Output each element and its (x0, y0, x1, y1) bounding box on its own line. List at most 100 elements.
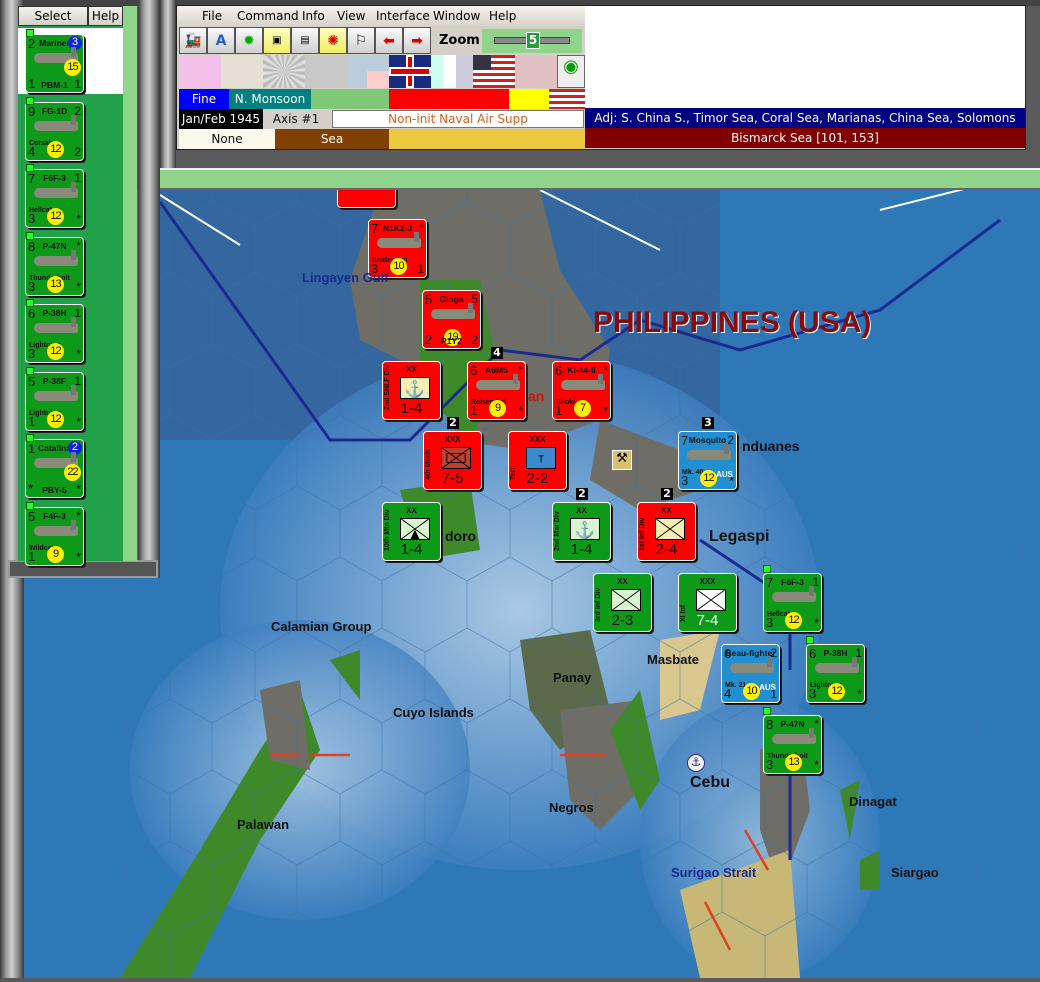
panel-air-unit[interactable]: 1 Catalina 2 * 22 PBY-5 * (25, 439, 84, 498)
terrain-none: None (179, 129, 275, 149)
combat-factors: 1-4 (570, 541, 593, 558)
air-icon[interactable]: A (207, 27, 235, 54)
zoom-label: Zoom (439, 33, 480, 48)
flag-france[interactable] (431, 55, 473, 88)
map-label-legaspi: Legaspi (709, 528, 770, 545)
land-unit-counter[interactable]: XX 2-4 1st Inf Div (637, 502, 696, 561)
unit-size: XXX (529, 435, 546, 444)
flag-japan[interactable] (263, 55, 305, 88)
weather-icon[interactable]: ✺ (319, 27, 347, 54)
map-label-negros: Negros (549, 800, 594, 815)
stack-count-badge: 2 (447, 417, 459, 429)
unit-designation: 2nd Mar Div (554, 511, 561, 551)
panel-air-unit[interactable]: 5 P-38F 1 Lightning 1 12 * (25, 371, 84, 431)
flag-germany[interactable] (179, 55, 221, 88)
panel-scrollbar[interactable] (123, 6, 137, 561)
air-unit-counter[interactable]: 5 Ginga 5 2 19 P1Y2 2 (422, 290, 481, 349)
menu-info[interactable]: Info (302, 9, 325, 23)
air-unit-counter[interactable]: 6 P-38H 1 Lightning 3 12 * (806, 644, 865, 703)
land-unit-counter[interactable]: XXX 7-5 4th Mech (423, 431, 482, 490)
unit-designation: XI Inf (680, 604, 687, 622)
zoom-slider[interactable]: 5 (482, 29, 582, 53)
air-unit-counter[interactable]: 7 Mosquito 2 Mk. 40 AUS 3 12 * (678, 431, 737, 490)
flag-china[interactable] (347, 55, 389, 88)
flag-blank[interactable] (305, 55, 347, 88)
terr-symbol-icon: T (526, 447, 556, 469)
menu-bar: File Command Info View Interface Window … (177, 6, 585, 26)
aircraft-icon (34, 519, 78, 536)
land-unit-counter[interactable]: XXX 7-4 XI Inf (678, 573, 737, 632)
range-circle: 9 (47, 545, 64, 563)
flag-ussr[interactable] (515, 55, 557, 88)
air-unit-counter[interactable]: 6 Beau-fighter 2 Mk. 21 AUS 4 10 1 (721, 644, 780, 703)
panel-air-unit[interactable]: 7 F6F-3 1 Hellcat 3 12 * (25, 169, 84, 228)
range-circle: 12 (47, 208, 64, 225)
menu-file[interactable]: File (202, 9, 222, 23)
combat-factors: 2-2 (526, 470, 549, 487)
unit-size: XX (406, 365, 417, 374)
unit-designation: Terr (510, 466, 517, 480)
range-circle: 10 (390, 258, 407, 275)
radar-button-icon[interactable]: ◉ (557, 55, 585, 88)
control-panel-window: File Command Info View Interface Window … (176, 5, 1026, 150)
panel-air-unit[interactable]: 9 FG-1D 2 Corsair 4 12 2 (25, 101, 84, 161)
land-unit-counter[interactable]: XX 2-3 3rd Inf Div (593, 573, 652, 632)
tactical-factor: 3 (766, 615, 774, 630)
flag-italy[interactable] (221, 55, 263, 88)
select-button[interactable]: Select (18, 6, 88, 26)
land-unit-counter[interactable]: XX ⚓ 1-4 2nd SNLF Div (382, 361, 441, 420)
next-arrow-icon[interactable]: ➡ (403, 27, 431, 54)
zoom-value[interactable]: 5 (526, 32, 540, 49)
land-unit-counter[interactable]: XX 1-4 10th Mtn Div (382, 502, 441, 561)
panel-air-unit[interactable]: 8P-47N*Thunderbolt313* (25, 236, 84, 296)
impulse-display: Axis #1 (263, 109, 329, 129)
aircraft-icon (34, 384, 78, 401)
tactical-factor: 4 (724, 686, 732, 701)
air-unit-counter[interactable]: 6 Ki-44-II * Shoki 1 7 * (552, 361, 611, 420)
panel-right-frame (138, 0, 160, 578)
air-unit-counter[interactable]: 6 A6M5 * Reisen-kai 1 9 * (467, 361, 526, 420)
gear-unit-icon[interactable]: ✹ (235, 27, 263, 54)
flag-usa[interactable] (473, 55, 515, 88)
strategic-factor: * (814, 616, 819, 630)
strategic-factor: * (76, 347, 81, 361)
train-icon[interactable]: 🚂 (179, 27, 207, 54)
menu-view[interactable]: View (337, 9, 365, 23)
unit-status-dot (26, 299, 34, 307)
panel-air-unit[interactable]: 6 P-38H 1 Lightning 3 12 * (25, 304, 84, 363)
map-label-siargao: Siargao (891, 865, 939, 880)
menu-interface[interactable]: Interface (376, 9, 430, 23)
corps-toggle-icon[interactable]: ▣ (263, 27, 291, 54)
strategic-factor: * (603, 404, 608, 418)
combat-factors: 1-4 (400, 541, 423, 558)
land-unit-counter[interactable]: XX ⚓ 1-4 2nd Mar Div (552, 502, 611, 561)
help-button[interactable]: Help (88, 6, 123, 26)
flag-uk[interactable] (389, 55, 431, 88)
svg-text:⚓: ⚓ (405, 379, 425, 398)
air-unit-counter[interactable]: 8P-47N*Thunderbolt313* (763, 715, 822, 774)
panel-air-unit[interactable]: 5 F4F-3 * Wildcat 1 9 * (25, 506, 84, 566)
tactical-factor: 3 (766, 757, 774, 772)
aircraft-icon (34, 249, 78, 266)
map-scroll-bar[interactable] (160, 168, 1040, 190)
tactical-factor: 3 (681, 473, 689, 488)
air-unit-counter[interactable]: 7 F6F-3 1 Hellcat 3 12 * (763, 573, 822, 632)
panel-air-unit[interactable]: 2 Mariner 3 1 15 PBM-1 1 (25, 34, 84, 93)
division-toggle-icon[interactable]: ▤ (291, 27, 319, 54)
tactical-factor: 1 (555, 403, 563, 418)
menu-help[interactable]: Help (489, 9, 516, 23)
strategic-factor: * (76, 279, 81, 294)
combat-factors: 7-5 (441, 470, 464, 487)
aircraft-icon (431, 303, 475, 319)
air-defense: * (603, 363, 608, 377)
aircraft-icon (34, 182, 78, 198)
map-label-dinagat: Dinagat (849, 794, 897, 809)
land-unit-counter[interactable]: XXX T 2-2 Terr (508, 431, 567, 490)
marine-symbol-icon: ⚓ (570, 518, 600, 540)
flag-icon[interactable]: ⚐ (347, 27, 375, 54)
range-circle: 9 (489, 400, 506, 417)
menu-command[interactable]: Command (237, 9, 299, 23)
menu-window[interactable]: Window (433, 9, 480, 23)
prev-arrow-icon[interactable]: ⬅ (375, 27, 403, 54)
terrain-color (389, 129, 585, 149)
